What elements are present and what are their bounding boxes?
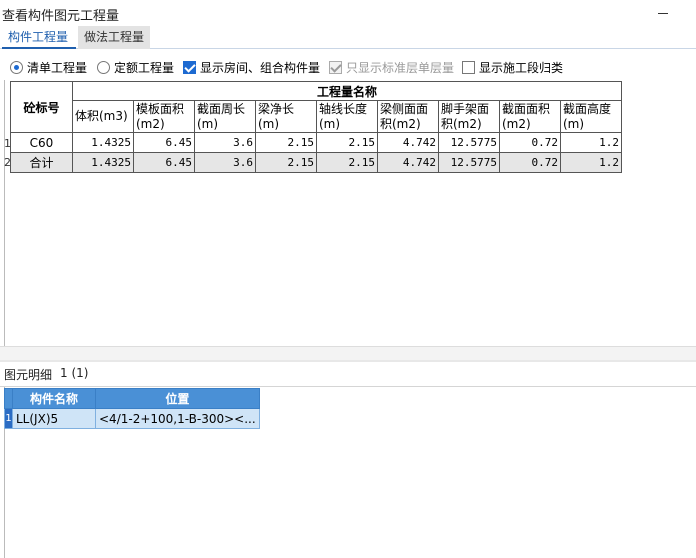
value-cell[interactable]: 1.4325	[72, 132, 134, 153]
column-header: 脚手架面积(m2)	[438, 100, 500, 133]
value-cell[interactable]: 0.72	[499, 152, 561, 173]
detail-title: 图元明细	[4, 368, 53, 382]
table-row[interactable]: C60 1.4325 6.45 3.6 2.15 2.15 4.742 12.5…	[10, 132, 622, 153]
header-quantity-names: 工程量名称	[72, 81, 622, 101]
column-header: 梁侧面面积(m2)	[377, 100, 439, 133]
qingdan-radio-option[interactable]: 清单工程量	[10, 58, 87, 76]
value-cell[interactable]: 3.6	[194, 152, 256, 173]
value-cell[interactable]: 1.4325	[72, 152, 134, 173]
value-cell[interactable]: 1.2	[560, 152, 622, 173]
value-cell[interactable]: 3.6	[194, 132, 256, 153]
value-cell[interactable]: 2.15	[255, 152, 317, 173]
value-cell[interactable]: 1.2	[560, 132, 622, 153]
std-layer-checkbox-option: 只显示标准层单层量	[329, 58, 454, 76]
detail-corner-cell	[4, 388, 13, 409]
column-header-position: 位置	[95, 388, 260, 409]
position-cell[interactable]: <4/1-2+100,1-B-300><...	[95, 408, 260, 429]
tab-bar: 构件工程量 做法工程量	[0, 26, 696, 49]
tab-method-quantity[interactable]: 做法工程量	[78, 26, 150, 49]
horizontal-scrollbar[interactable]	[0, 346, 696, 360]
column-header: 截面高度(m)	[560, 100, 622, 133]
minimize-icon[interactable]	[658, 6, 670, 18]
quantity-table: 砼标号 工程量名称 体积(m3) 模板面积(m2) 截面周长(m) 梁净长(m)…	[10, 81, 622, 173]
tab-component-quantity[interactable]: 构件工程量	[2, 26, 76, 49]
column-header: 轴线长度(m)	[316, 100, 378, 133]
detail-row-number: 1	[4, 408, 13, 429]
column-header: 模板面积(m2)	[133, 100, 195, 133]
value-cell[interactable]: 2.15	[316, 132, 378, 153]
options-bar: 清单工程量 定额工程量 显示房间、组合构件量 只显示标准层单层量 显示施工段归类	[0, 58, 696, 78]
total-label-cell[interactable]: 合计	[10, 152, 73, 173]
radio-unselected-icon[interactable]	[97, 60, 110, 74]
title-bar: 查看构件图元工程量	[0, 0, 696, 26]
dinge-label: 定额工程量	[114, 60, 175, 75]
header-concrete-grade: 砼标号	[10, 81, 73, 133]
value-cell[interactable]: 2.15	[255, 132, 317, 153]
show-room-label: 显示房间、组合构件量	[200, 60, 321, 75]
detail-divider	[0, 386, 696, 387]
column-header: 截面周长(m)	[194, 100, 256, 133]
detail-row[interactable]: 1 LL(JX)5 <4/1-2+100,1-B-300><...	[4, 408, 260, 429]
value-cell[interactable]: 6.45	[133, 152, 195, 173]
value-cell[interactable]: 4.742	[377, 152, 439, 173]
value-cell[interactable]: 12.5775	[438, 132, 500, 153]
value-cell[interactable]: 4.742	[377, 132, 439, 153]
checkbox-disabled-icon	[329, 60, 342, 74]
panel-splitter[interactable]	[0, 360, 696, 362]
checkbox-checked-icon[interactable]	[183, 60, 196, 74]
column-header: 体积(m3)	[72, 100, 134, 133]
show-room-checkbox-option[interactable]: 显示房间、组合构件量	[183, 58, 320, 76]
show-stage-checkbox-option[interactable]: 显示施工段归类	[462, 58, 563, 76]
qingdan-label: 清单工程量	[27, 60, 88, 75]
table-row-total[interactable]: 合计 1.4325 6.45 3.6 2.15 2.15 4.742 12.57…	[10, 152, 622, 173]
checkbox-unchecked-icon[interactable]	[462, 60, 475, 74]
detail-count: 1 (1)	[60, 366, 89, 380]
value-cell[interactable]: 12.5775	[438, 152, 500, 173]
value-cell[interactable]: 2.15	[316, 152, 378, 173]
grid-left-border	[4, 80, 5, 348]
detail-table: 构件名称 位置 1 LL(JX)5 <4/1-2+100,1-B-300><..…	[4, 388, 260, 429]
grade-cell[interactable]: C60	[10, 132, 73, 153]
radio-selected-icon[interactable]	[10, 60, 23, 74]
column-header: 截面面积(m2)	[499, 100, 561, 133]
column-header: 梁净长(m)	[255, 100, 317, 133]
value-cell[interactable]: 0.72	[499, 132, 561, 153]
dinge-radio-option[interactable]: 定额工程量	[97, 58, 174, 76]
window-title: 查看构件图元工程量	[2, 9, 120, 24]
component-name-cell[interactable]: LL(JX)5	[12, 408, 96, 429]
std-layer-label: 只显示标准层单层量	[346, 60, 455, 75]
column-header-component-name: 构件名称	[12, 388, 96, 409]
show-stage-label: 显示施工段归类	[479, 60, 564, 75]
value-cell[interactable]: 6.45	[133, 132, 195, 153]
